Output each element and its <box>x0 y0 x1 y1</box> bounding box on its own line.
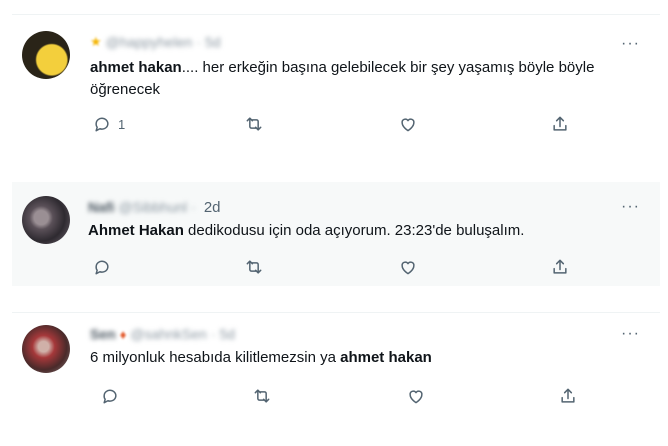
reply-bubble-icon <box>95 260 109 275</box>
tweet-actions <box>82 256 642 278</box>
retweet-icon <box>246 117 262 131</box>
heart-icon <box>401 118 415 132</box>
user-handle[interactable]: @sahnkSen <box>130 326 206 342</box>
reply-bubble-icon <box>103 389 117 404</box>
like-button[interactable] <box>398 256 418 278</box>
heart-icon <box>409 390 423 404</box>
mention-text: ahmet hakan <box>90 59 182 76</box>
avatar[interactable] <box>22 31 70 79</box>
tweet-time[interactable]: 2d <box>204 199 221 216</box>
tweet-time[interactable]: 5d <box>219 326 235 342</box>
tweet-text-rest: dedikodusu için oda açıyorum. 23:23'de b… <box>183 222 525 239</box>
retweet-button[interactable] <box>244 256 264 278</box>
tweet-card[interactable]: ★ @happyhelen · 5d ··· ahmet hakan.... h… <box>12 14 660 160</box>
share-upload-icon <box>561 388 575 403</box>
tweet-header: Sen ♦ @sahnkSen · 5d <box>90 325 235 343</box>
like-button[interactable] <box>406 385 426 407</box>
retweet-button[interactable] <box>244 113 264 135</box>
reply-bubble-icon <box>95 117 109 132</box>
avatar[interactable] <box>22 325 70 373</box>
tweet-text: 6 milyonluk hesabıda kilitlemezsin ya ah… <box>90 347 642 369</box>
mention-text: Ahmet Hakan <box>88 222 184 239</box>
tweet-time[interactable]: 5d <box>205 34 221 50</box>
reply-button[interactable] <box>92 256 118 278</box>
display-name[interactable]: Sen <box>90 326 116 342</box>
reply-button[interactable]: 1 <box>92 113 125 135</box>
tweet-card[interactable]: Nafi @Sibbhunl · 2d ··· Ahmet Hakan dedi… <box>12 182 660 286</box>
tweet-text-prefix: 6 milyonluk hesabıda kilitlemezsin ya <box>90 349 341 366</box>
reply-button[interactable] <box>100 385 126 407</box>
separator-dot: · <box>196 34 201 50</box>
retweet-icon <box>246 260 262 274</box>
retweet-icon <box>254 389 270 403</box>
like-button[interactable] <box>398 113 418 135</box>
more-dots-icon[interactable]: ··· <box>621 326 640 342</box>
avatar[interactable] <box>22 196 70 244</box>
user-handle[interactable]: @Sibbhunl <box>118 199 187 215</box>
share-upload-icon <box>553 116 567 131</box>
retweet-button[interactable] <box>252 385 272 407</box>
separator-dot: · <box>191 199 196 215</box>
tweet-header: Nafi @Sibbhunl · 2d <box>88 198 221 216</box>
share-button[interactable] <box>558 385 578 407</box>
tweet-actions: 1 <box>82 113 642 135</box>
star-emoji-icon: ★ <box>90 34 102 49</box>
tweet-text: Ahmet Hakan dedikodusu için oda açıyorum… <box>88 220 640 242</box>
reply-count: 1 <box>118 116 126 132</box>
fire-emoji-icon: ♦ <box>119 326 127 342</box>
display-name[interactable]: Nafi <box>88 199 114 215</box>
separator-dot: · <box>210 326 216 342</box>
share-button[interactable] <box>550 256 570 278</box>
share-upload-icon <box>553 259 567 274</box>
more-dots-icon[interactable]: ··· <box>621 199 640 215</box>
tweet-text: ahmet hakan.... her erkeğin başına geleb… <box>90 57 642 101</box>
tweet-actions <box>90 385 650 407</box>
more-dots-icon[interactable]: ··· <box>621 36 640 52</box>
tweet-header: ★ @happyhelen · 5d <box>90 33 221 51</box>
heart-icon <box>401 261 415 275</box>
share-button[interactable] <box>550 113 570 135</box>
tweet-card[interactable]: Sen ♦ @sahnkSen · 5d ··· 6 milyonluk hes… <box>12 312 660 422</box>
display-name[interactable]: @happyhelen <box>106 34 193 50</box>
mention-text: ahmet hakan <box>340 349 432 366</box>
